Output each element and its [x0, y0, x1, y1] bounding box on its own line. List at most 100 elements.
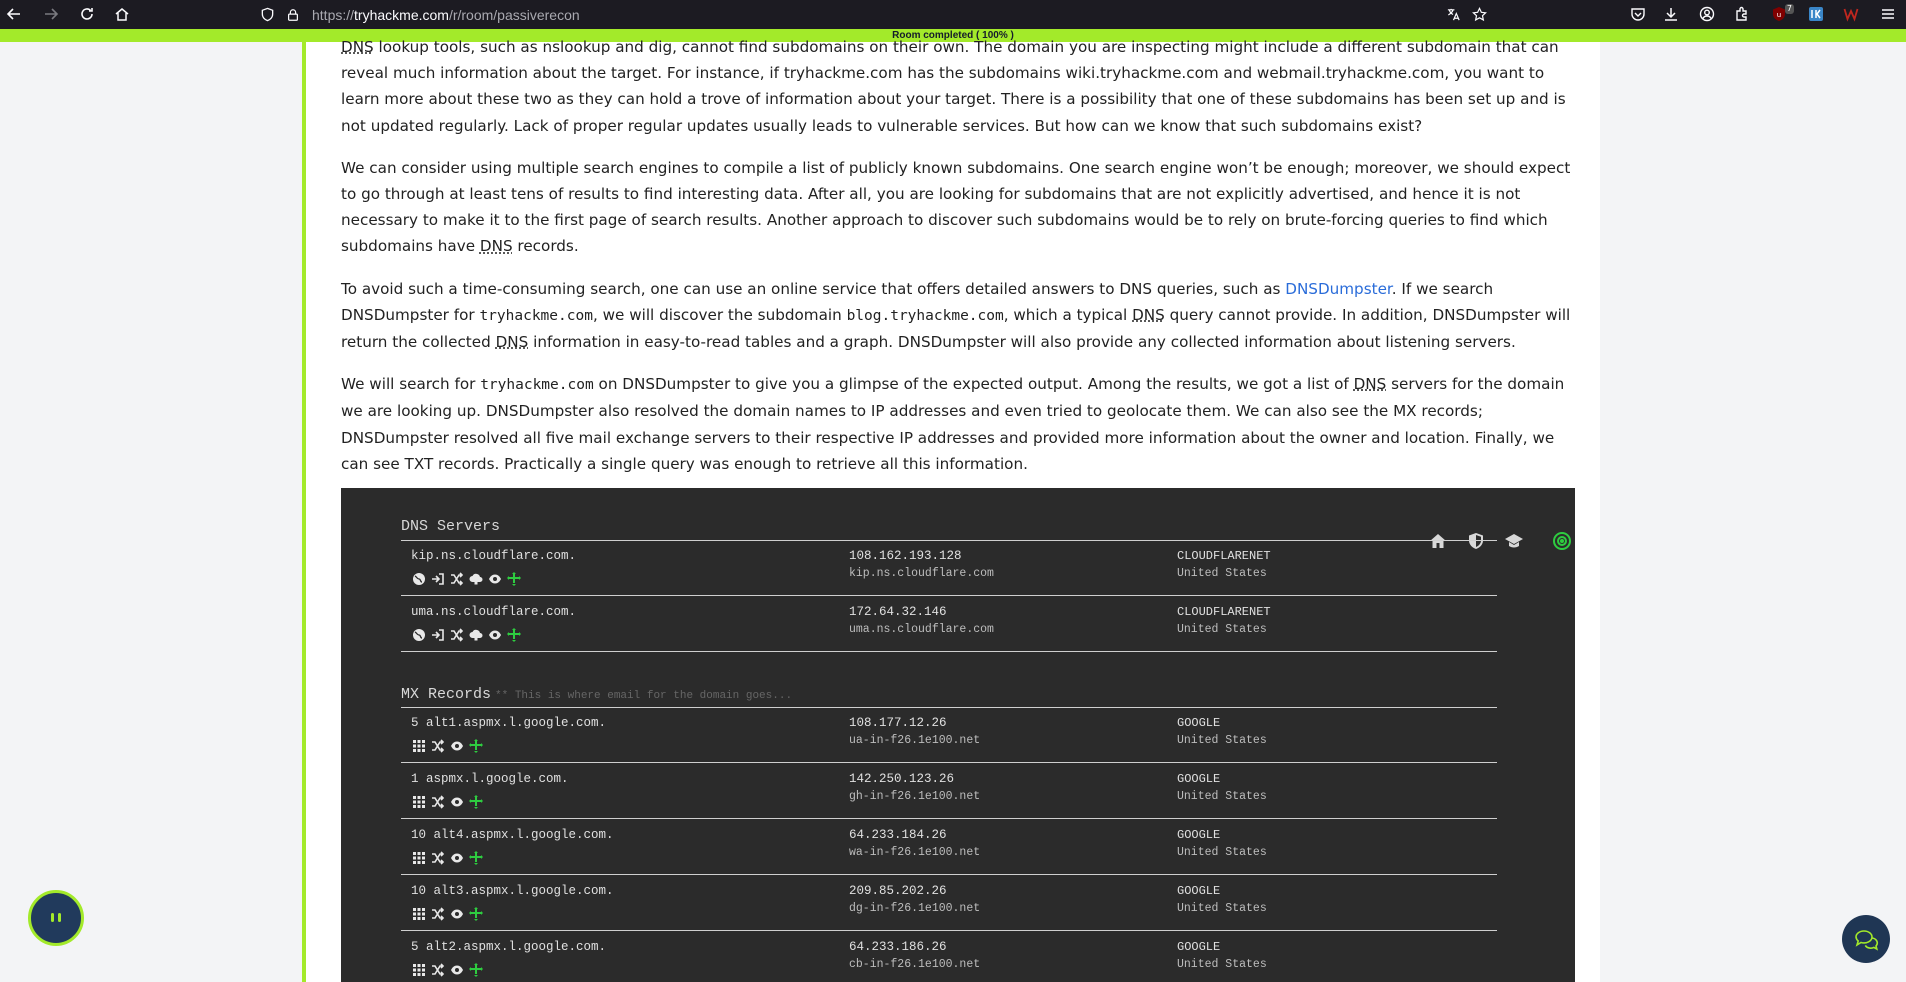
browser-toolbar: https://tryhackme.com/r/room/passivereco… — [0, 0, 1906, 29]
abbr-dns: DNS — [1353, 375, 1387, 394]
record-country: United States — [1177, 623, 1267, 636]
mx-records-title: MX Records — [401, 686, 492, 703]
random-icon[interactable] — [430, 738, 445, 753]
record-tool-icons — [411, 906, 483, 921]
chat-icon — [1855, 930, 1879, 951]
record-country: United States — [1177, 790, 1267, 803]
w-extension-icon[interactable] — [1840, 3, 1862, 25]
grid-icon[interactable] — [411, 906, 426, 921]
crosshair-icon[interactable] — [468, 962, 483, 977]
divider — [401, 595, 1497, 596]
wappalyzer-extension-icon[interactable] — [1805, 3, 1827, 25]
crosshair-icon[interactable] — [468, 850, 483, 865]
record-asn: CLOUDFLARENET — [1177, 605, 1271, 619]
eye-icon[interactable] — [449, 850, 464, 865]
robot-eyes-icon — [51, 913, 61, 922]
paragraph-subdomains-intro: DNS lookup tools, such as nslookup and d… — [341, 34, 1575, 139]
grid-icon[interactable] — [411, 738, 426, 753]
account-icon[interactable] — [1696, 3, 1718, 25]
random-icon[interactable] — [430, 794, 445, 809]
forward-icon[interactable] — [40, 3, 62, 25]
eye-icon[interactable] — [449, 906, 464, 921]
mx-records-heading: MX Records ** This is where email for the… — [401, 686, 792, 703]
crosshair-icon[interactable] — [506, 627, 521, 642]
eye-icon[interactable] — [449, 962, 464, 977]
menu-icon[interactable] — [1877, 3, 1899, 25]
extensions-icon[interactable] — [1731, 3, 1753, 25]
sign-in-icon[interactable] — [430, 571, 445, 586]
url-bar[interactable]: https://tryhackme.com/r/room/passivereco… — [258, 1, 1498, 28]
mx-records-subtitle: ** This is where email for the domain go… — [495, 690, 793, 702]
divider — [401, 874, 1497, 875]
random-icon[interactable] — [430, 850, 445, 865]
translate-icon[interactable] — [1444, 5, 1462, 23]
sign-in-icon[interactable] — [430, 627, 445, 642]
globe-icon[interactable] — [411, 571, 426, 586]
record-asn: GOOGLE — [1177, 884, 1221, 898]
record-host: uma.ns.cloudflare.com. — [411, 605, 577, 619]
chat-support-button[interactable] — [1842, 915, 1890, 963]
dns-record-row: uma.ns.cloudflare.com. 172.64.32.146 uma.n… — [401, 597, 1497, 653]
record-country: United States — [1177, 902, 1267, 915]
record-asn: GOOGLE — [1177, 940, 1221, 954]
tracking-protection-icon[interactable] — [258, 6, 276, 24]
paragraph-text: on DNSDumpster to give you a glimpse of … — [593, 375, 1354, 394]
dns-record-row: 5 alt2.aspmx.l.google.com. 64.233.186.26 c… — [401, 932, 1497, 982]
assistant-button[interactable] — [28, 890, 84, 946]
record-asn: CLOUDFLARENET — [1177, 549, 1271, 563]
record-ip: 108.162.193.128 — [849, 549, 962, 563]
record-ip: 64.233.186.26 — [849, 940, 947, 954]
record-owner-cell: GOOGLE United States — [1177, 828, 1267, 859]
eye-icon[interactable] — [449, 794, 464, 809]
record-ip: 64.233.184.26 — [849, 828, 947, 842]
crosshair-icon[interactable] — [468, 738, 483, 753]
random-icon[interactable] — [449, 627, 464, 642]
abbr-dns: DNS — [495, 333, 529, 352]
record-tool-icons — [411, 571, 521, 586]
crosshair-icon[interactable] — [468, 794, 483, 809]
globe-icon[interactable] — [411, 627, 426, 642]
cloud-upload-icon[interactable] — [468, 571, 483, 586]
grid-icon[interactable] — [411, 850, 426, 865]
downloads-icon[interactable] — [1660, 3, 1682, 25]
record-ip: 108.177.12.26 — [849, 716, 947, 730]
back-icon[interactable] — [3, 3, 25, 25]
eye-icon[interactable] — [487, 571, 502, 586]
record-asn: GOOGLE — [1177, 772, 1221, 786]
bookmark-star-icon[interactable] — [1470, 5, 1488, 23]
record-ip: 172.64.32.146 — [849, 605, 947, 619]
dns-servers-heading: DNS Servers — [401, 518, 501, 535]
record-ip: 142.250.123.26 — [849, 772, 955, 786]
svg-text:u: u — [1777, 11, 1781, 19]
record-ip-cell: 64.233.184.26 wa-in-f26.1e100.net — [849, 828, 980, 859]
paragraph-text: information in easy-to-read tables and a… — [528, 333, 1516, 352]
record-ip-cell: 172.64.32.146 uma.ns.cloudflare.com — [849, 605, 994, 636]
record-owner-cell: GOOGLE United States — [1177, 884, 1267, 915]
grid-icon[interactable] — [411, 962, 426, 977]
record-owner-cell: CLOUDFLARENET United States — [1177, 605, 1271, 636]
cloud-upload-icon[interactable] — [468, 627, 483, 642]
record-reverse-dns: uma.ns.cloudflare.com — [849, 623, 994, 636]
eye-icon[interactable] — [487, 627, 502, 642]
home-icon[interactable] — [111, 3, 133, 25]
record-country: United States — [1177, 567, 1267, 580]
ublock-extension-icon[interactable]: u 7 — [1768, 3, 1794, 25]
record-tool-icons — [411, 627, 521, 642]
random-icon[interactable] — [430, 906, 445, 921]
crosshair-icon[interactable] — [468, 906, 483, 921]
inline-code: tryhackme.com — [479, 307, 593, 324]
random-icon[interactable] — [449, 571, 464, 586]
dnsdumpster-link[interactable]: DNSDumpster — [1285, 280, 1392, 298]
url-text[interactable]: https://tryhackme.com/r/room/passivereco… — [312, 7, 580, 23]
reload-icon[interactable] — [76, 3, 98, 25]
eye-icon[interactable] — [449, 738, 464, 753]
random-icon[interactable] — [430, 962, 445, 977]
grid-icon[interactable] — [411, 794, 426, 809]
lock-icon[interactable] — [284, 6, 302, 24]
crosshair-icon[interactable] — [506, 571, 521, 586]
abbr-dns: DNS — [1132, 305, 1165, 324]
pocket-icon[interactable] — [1627, 3, 1649, 25]
record-tool-icons — [411, 738, 483, 753]
dns-record-row: 10 alt3.aspmx.l.google.com. 209.85.202.26… — [401, 876, 1497, 932]
paragraph-text: records. — [512, 237, 579, 256]
